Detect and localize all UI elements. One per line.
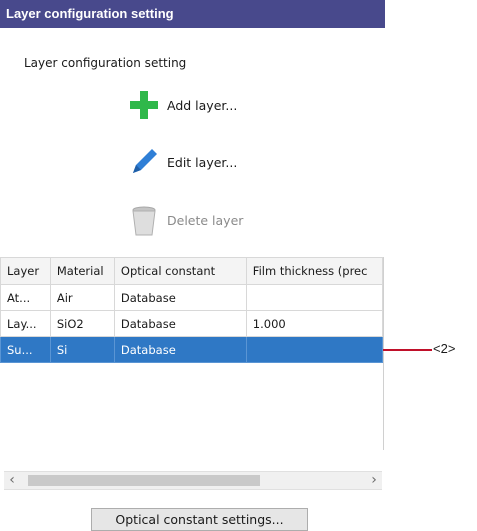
column-header-layer[interactable]: Layer (0, 257, 51, 285)
cell-film-thickness (245, 336, 383, 363)
cell-layer: Su... (0, 336, 51, 363)
table-row-selected[interactable]: Su... Si Database (0, 336, 383, 363)
scroll-left-icon[interactable]: ‹ (4, 472, 20, 489)
table-row[interactable]: Lay... SiO2 Database 1.000 (0, 310, 383, 337)
cell-layer: At... (0, 284, 51, 311)
table-header-row: Layer Material Optical constant Film thi… (0, 257, 383, 285)
add-layer-button[interactable]: Add layer... (127, 88, 237, 122)
cell-layer: Lay... (0, 310, 51, 337)
column-header-optical-constant[interactable]: Optical constant (113, 257, 247, 285)
plus-icon (127, 88, 161, 122)
cell-film-thickness (245, 284, 383, 311)
cell-optical-constant: Database (113, 284, 247, 311)
cell-optical-constant: Database (113, 310, 247, 337)
add-layer-label: Add layer... (167, 97, 238, 113)
horizontal-scrollbar[interactable]: ‹ › (4, 471, 382, 490)
window-title: Layer configuration setting (0, 0, 385, 28)
optical-constant-settings-button[interactable]: Optical constant settings... (91, 508, 308, 531)
edit-layer-label: Edit layer... (167, 154, 238, 170)
table-row[interactable]: At... Air Database (0, 284, 383, 311)
cell-material: Si (49, 336, 115, 363)
callout-label: <2> (433, 341, 456, 356)
cell-optical-constant: Database (113, 336, 247, 363)
scroll-right-icon[interactable]: › (366, 472, 382, 489)
layer-table: Layer Material Optical constant Film thi… (0, 257, 384, 450)
column-header-film-thickness[interactable]: Film thickness (prec (245, 257, 383, 285)
pencil-icon (127, 145, 161, 179)
edit-layer-button[interactable]: Edit layer... (127, 145, 237, 179)
trash-icon (127, 203, 161, 237)
delete-layer-label: Delete layer (167, 212, 244, 228)
column-header-material[interactable]: Material (49, 257, 115, 285)
delete-layer-button[interactable]: Delete layer (127, 203, 243, 237)
cell-material: SiO2 (49, 310, 115, 337)
callout-line (383, 349, 432, 351)
cell-material: Air (49, 284, 115, 311)
cell-film-thickness: 1.000 (245, 310, 383, 337)
scroll-thumb[interactable] (28, 475, 260, 486)
panel-label: Layer configuration setting (24, 56, 187, 70)
